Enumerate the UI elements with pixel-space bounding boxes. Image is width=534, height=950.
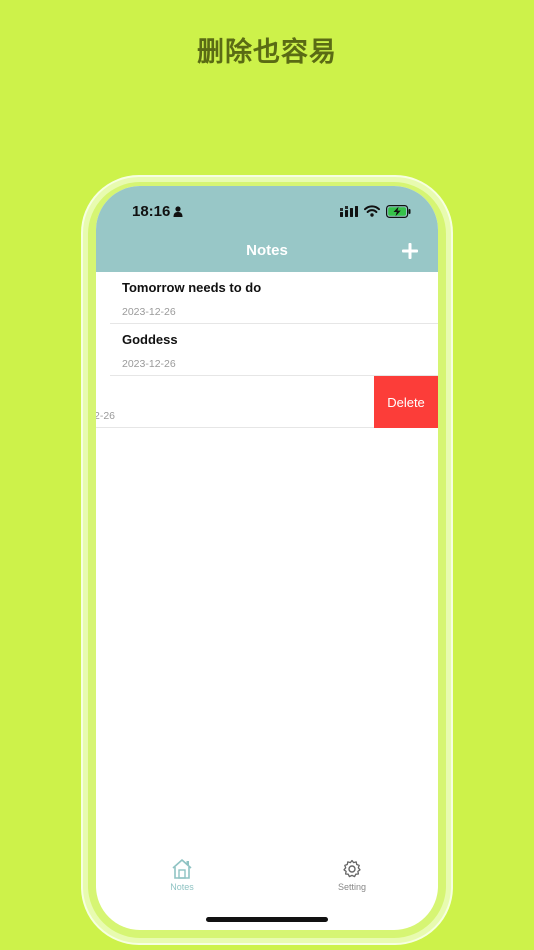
note-date: 2-26 (96, 410, 116, 422)
nav-bar: 18:16 Notes (96, 186, 438, 272)
list-item[interactable]: Tomorrow needs to do 2023-12-26 (110, 272, 438, 324)
list-item-swiped[interactable]: 2-26 Delete (96, 376, 438, 428)
gear-icon (343, 859, 361, 878)
swiped-row-content[interactable]: 2-26 (96, 376, 374, 428)
status-time: 18:16 (132, 203, 171, 220)
home-icon (172, 859, 192, 879)
nav-title: Notes (246, 242, 288, 259)
list-item[interactable]: Goddess 2023-12-26 (110, 324, 438, 376)
tab-label: Notes (170, 882, 194, 892)
note-title: Tomorrow needs to do (122, 280, 262, 295)
note-date: 2023-12-26 (122, 358, 176, 370)
tab-label: Setting (337, 882, 367, 892)
add-note-button[interactable] (401, 242, 419, 260)
home-indicator (206, 917, 328, 922)
cellular-signal-icon (340, 206, 358, 217)
delete-button[interactable]: Delete (374, 376, 438, 428)
battery-charging-icon (386, 205, 411, 218)
person-icon (173, 206, 183, 217)
tab-setting[interactable]: Setting (312, 858, 392, 892)
notes-list: Tomorrow needs to do 2023-12-26 Goddess … (96, 272, 438, 428)
tab-notes[interactable]: Notes (142, 858, 222, 892)
tab-bar: Notes Setting (96, 858, 438, 908)
promo-headline: 删除也容易 (197, 37, 337, 68)
app-screen: 18:16 Notes Tomorrow needs to do 2023-12… (96, 186, 438, 930)
note-title: Goddess (122, 332, 178, 347)
note-date: 2023-12-26 (122, 306, 176, 318)
wifi-icon (364, 205, 380, 217)
